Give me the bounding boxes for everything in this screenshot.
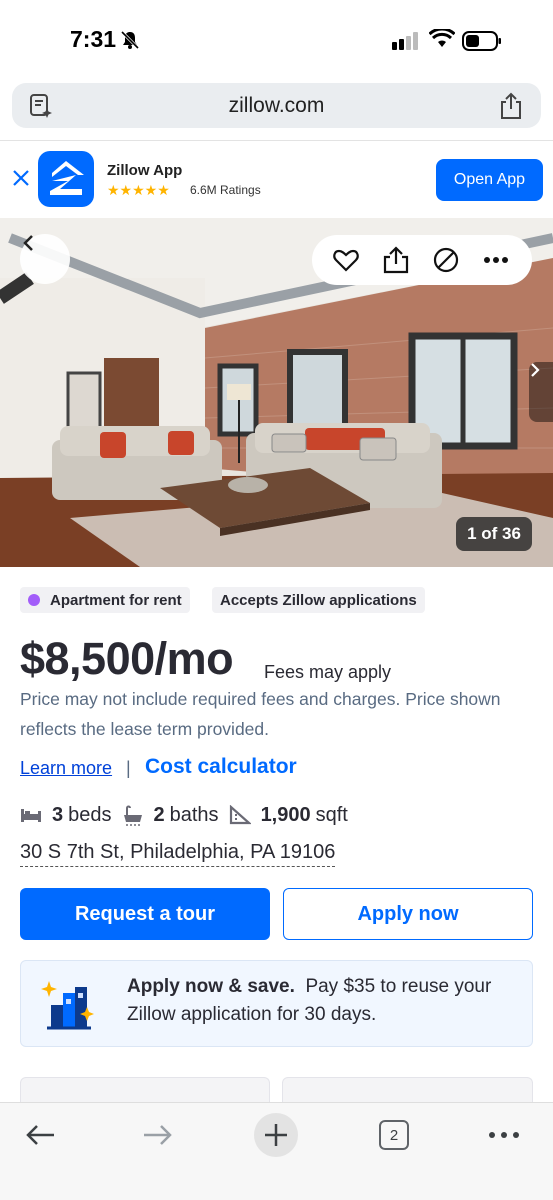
learn-more-link[interactable]: Learn more — [20, 758, 112, 779]
tag-label: Apartment for rent — [50, 591, 182, 609]
tag-accepts-applications: Accepts Zillow applications — [212, 587, 425, 613]
sqft-value: 1,900 — [260, 803, 311, 826]
heart-icon[interactable] — [332, 246, 360, 274]
more-options-icon[interactable] — [482, 246, 510, 274]
share-icon[interactable] — [382, 246, 410, 274]
ruler-area-icon — [229, 805, 251, 825]
request-tour-button[interactable]: Request a tour — [20, 888, 270, 940]
share-icon[interactable] — [499, 92, 523, 125]
back-button[interactable] — [20, 234, 70, 284]
url-text[interactable]: zillow.com — [12, 94, 541, 118]
browser-toolbar: 2 — [0, 1102, 553, 1200]
tab-count: 2 — [379, 1120, 409, 1150]
beds-value: 3 — [52, 803, 64, 826]
status-time: 7:31 — [70, 26, 117, 52]
arrow-right-icon — [144, 1125, 172, 1145]
address-bar[interactable]: zillow.com — [12, 83, 541, 128]
fees-note: Fees may apply — [264, 662, 392, 682]
wifi-icon — [428, 27, 456, 54]
close-icon[interactable] — [12, 169, 30, 192]
chevron-right-icon — [531, 363, 540, 377]
back-button[interactable] — [18, 1113, 62, 1157]
photo-counter: 1 of 36 — [456, 517, 532, 551]
listing-photo[interactable]: 1 of 36 — [0, 218, 553, 567]
cost-calculator-link[interactable]: Cost calculator — [145, 755, 297, 779]
forward-button[interactable] — [136, 1113, 180, 1157]
home-facts: 3 beds 2 baths 1,900 sqft — [20, 802, 358, 828]
listing-address[interactable]: 30 S 7th St, Philadelphia, PA 19106 — [20, 841, 336, 867]
beds-fact: 3 beds — [20, 804, 112, 827]
status-bar: 7:31 — [0, 0, 553, 80]
baths-unit: baths — [169, 803, 219, 826]
hide-listing-icon[interactable] — [432, 246, 460, 274]
rating-stars-icon: ★★★★★ — [107, 182, 170, 198]
tag-apartment-for-rent: Apartment for rent — [20, 587, 190, 613]
rating-count: 6.6M Ratings — [190, 183, 261, 197]
tab-switcher-button[interactable]: 2 — [372, 1113, 416, 1157]
promo-text: Apply now & save. Pay $35 to reuse your … — [127, 973, 517, 1029]
listing-actions — [312, 235, 532, 285]
baths-value: 2 — [153, 803, 165, 826]
baths-fact: 2 baths — [122, 804, 219, 827]
arrow-left-icon — [26, 1125, 54, 1145]
cellular-signal-icon — [392, 32, 420, 55]
more-horizontal-icon — [489, 1132, 519, 1138]
sqft-unit: sqft — [315, 803, 348, 826]
price-disclaimer: Price may not include required fees and … — [20, 689, 501, 739]
sqft-fact: 1,900 sqft — [229, 804, 348, 827]
link-divider: | — [126, 758, 131, 778]
menu-button[interactable] — [482, 1113, 526, 1157]
promo-title: Apply now & save. — [127, 976, 295, 997]
app-install-banner: Zillow App ★★★★★ 6.6M Ratings Open App — [0, 140, 553, 218]
bed-icon — [21, 809, 41, 822]
battery-icon — [462, 31, 502, 56]
apply-now-button[interactable]: Apply now — [283, 888, 533, 940]
plus-icon — [254, 1113, 298, 1157]
beds-unit: beds — [68, 803, 112, 826]
tag-label: Accepts Zillow applications — [220, 591, 417, 609]
bell-off-icon — [120, 30, 140, 55]
next-photo-button[interactable] — [529, 362, 553, 422]
status-dot — [28, 594, 40, 606]
new-tab-button[interactable] — [254, 1113, 298, 1157]
zillow-logo-icon — [38, 151, 94, 207]
building-sparkle-icon — [41, 979, 95, 1036]
listing-price: $8,500/mo — [20, 633, 234, 684]
open-app-button[interactable]: Open App — [436, 159, 543, 201]
app-name: Zillow App — [107, 162, 183, 179]
apply-promo-card: Apply now & save. Pay $35 to reuse your … — [20, 960, 533, 1047]
chevron-left-icon — [23, 235, 33, 251]
bath-icon — [123, 805, 142, 826]
